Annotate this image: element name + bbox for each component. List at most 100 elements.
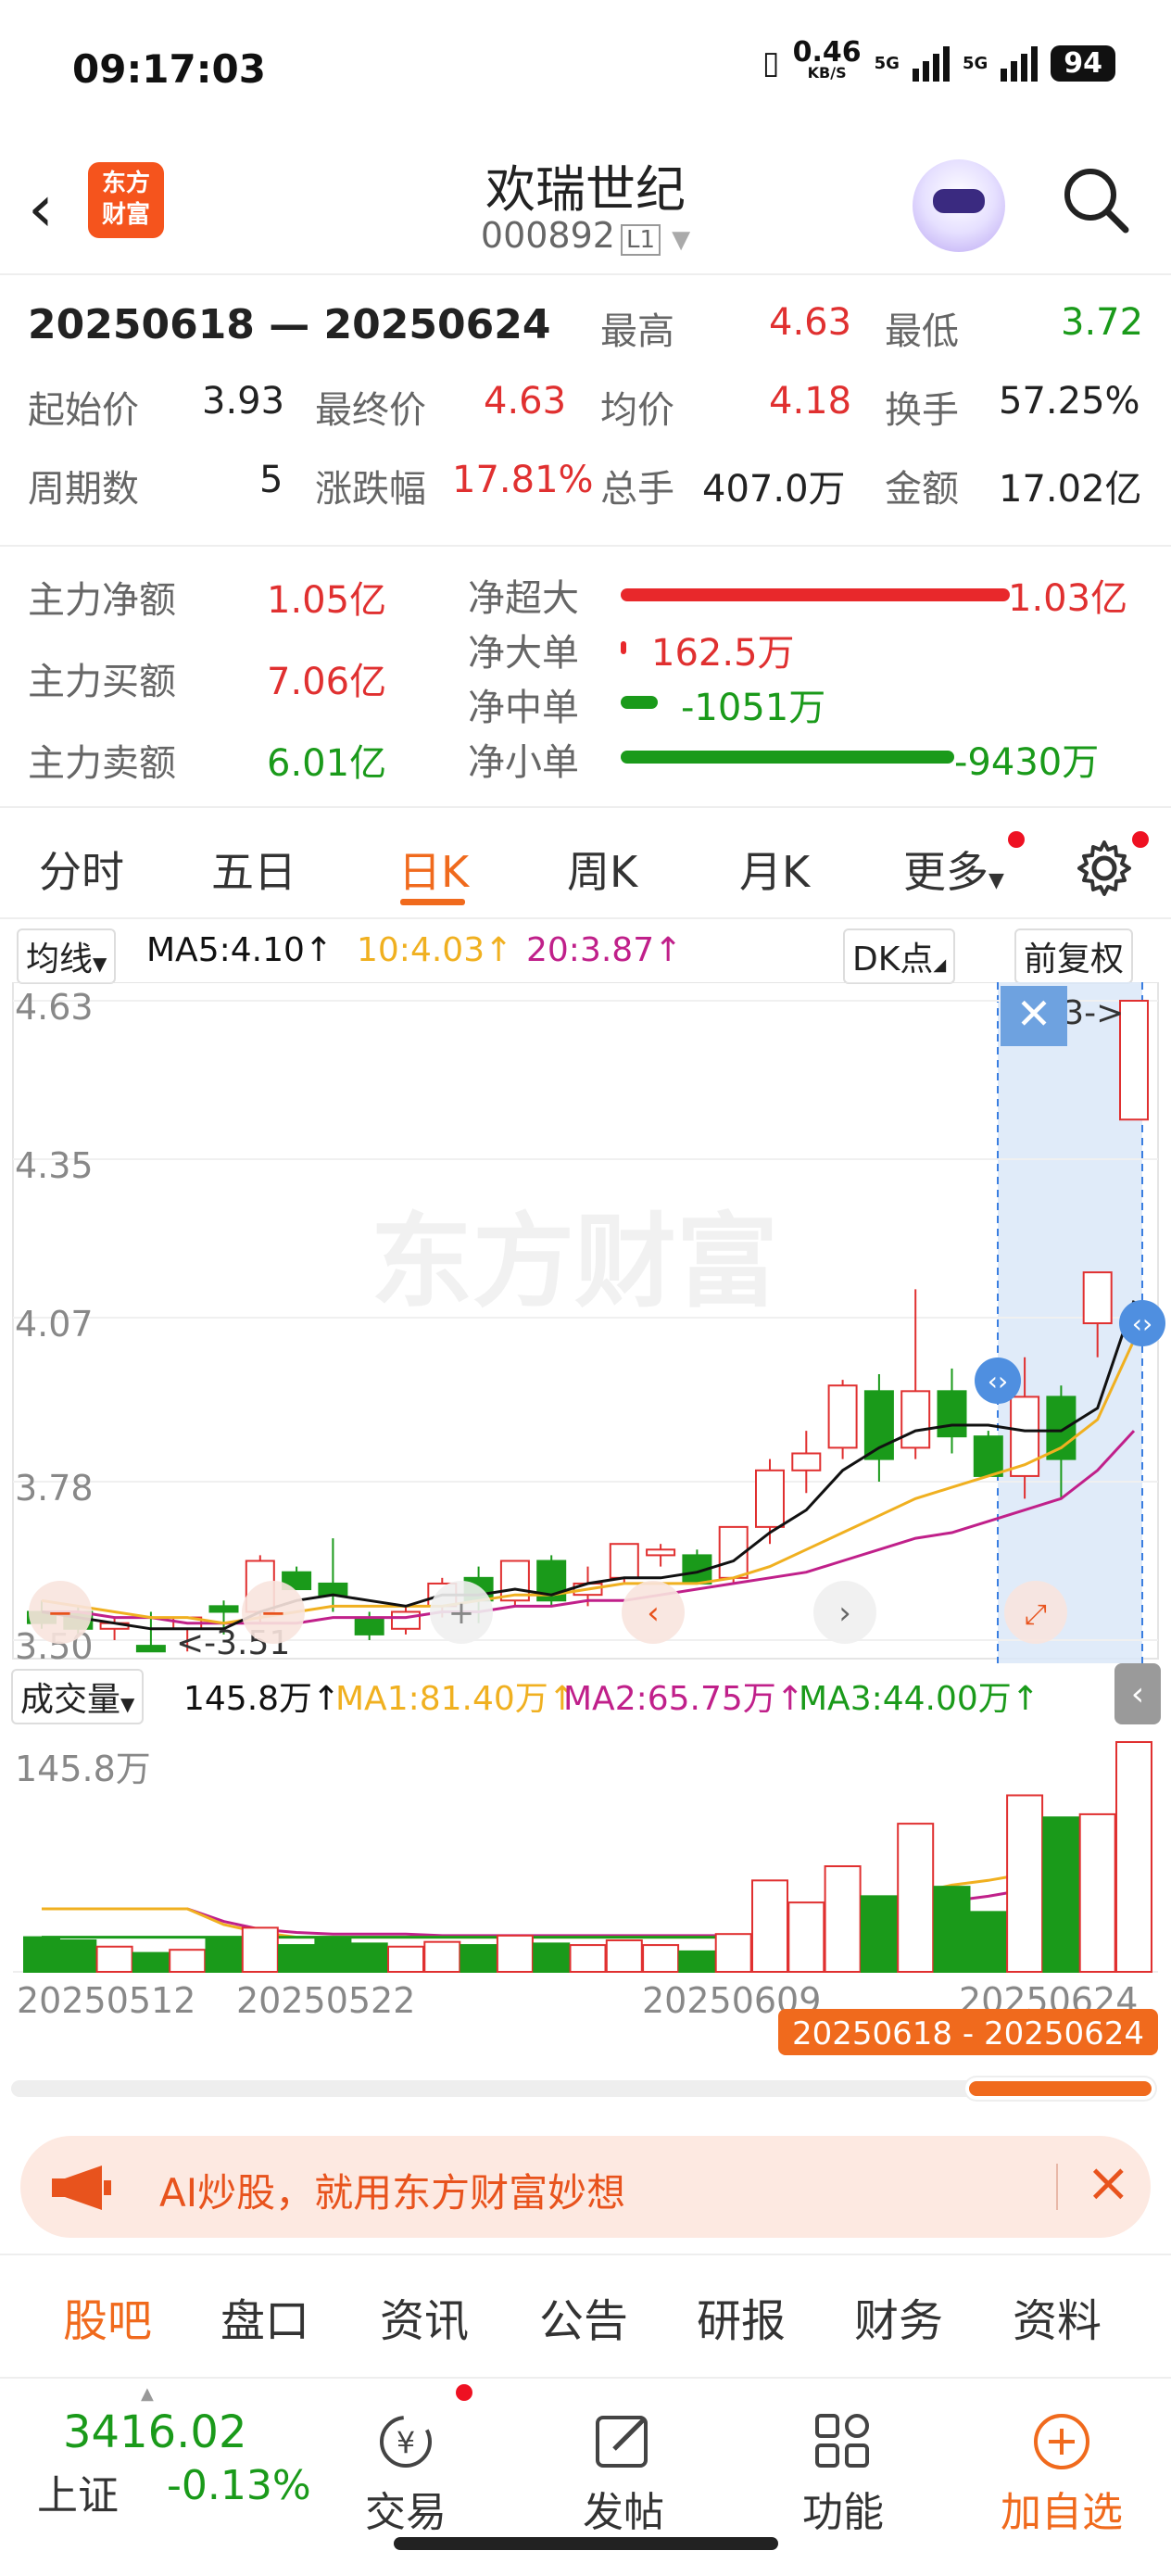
gear-icon[interactable] xyxy=(1075,839,1134,898)
candle-body xyxy=(937,1390,967,1438)
tab-order-book[interactable]: 盘口 xyxy=(220,2284,309,2349)
ma-indicator-bar: 均线▼ MA5:4.10↑ 10:4.03↑ 20:3.87↑ DK点◢ 前复权 xyxy=(0,922,1171,984)
search-icon[interactable] xyxy=(1061,165,1131,235)
volume-bar xyxy=(824,1865,862,1973)
candle-body xyxy=(755,1469,785,1528)
volume-bar xyxy=(423,1940,461,1974)
home-indicator xyxy=(394,2537,778,2550)
y-tick-label: 4.63 xyxy=(15,987,94,1028)
notification-dot xyxy=(1132,831,1149,848)
tab-five-day[interactable]: 五日 xyxy=(211,839,296,900)
notification-dot xyxy=(456,2384,472,2401)
tab-guba[interactable]: 股吧 xyxy=(63,2284,152,2349)
x-tick-label: 20250522 xyxy=(236,1980,415,2021)
kline-chart[interactable]: 东方财富 4.634.354.073.783.504.63-><-3.51145… xyxy=(0,982,1171,2076)
tab-more[interactable]: 更多▼ xyxy=(903,839,1004,900)
chevron-left-icon: ‹ xyxy=(647,1595,660,1632)
megaphone-icon xyxy=(52,2166,111,2210)
volume-bar xyxy=(169,1949,207,1973)
tab-daily-k[interactable]: 日K xyxy=(398,839,469,900)
tab-news[interactable]: 资讯 xyxy=(380,2284,469,2349)
volume-bar xyxy=(350,1942,388,1973)
net-speed: 0.46 KB/S xyxy=(792,36,862,82)
volume-bar xyxy=(678,1950,716,1974)
candle-body xyxy=(1046,1395,1077,1460)
candle-body xyxy=(1119,1000,1149,1121)
volume-bar xyxy=(787,1901,825,1974)
y-tick-label: 3.78 xyxy=(15,1468,94,1509)
ai-promo-banner[interactable]: AI炒股，就用东方财富妙想 × xyxy=(20,2136,1151,2238)
volume-bar xyxy=(1006,1794,1044,1973)
main-sell-value: 6.01亿 xyxy=(267,742,387,785)
divider xyxy=(0,545,1171,547)
signal-5g-label-2: 5G xyxy=(962,53,988,73)
volume-bar xyxy=(533,1942,571,1973)
volume-bar xyxy=(1078,1812,1116,1974)
large-value: 162.5万 xyxy=(651,632,795,675)
volume-bar xyxy=(59,1938,97,1974)
volume-bar xyxy=(751,1879,788,1973)
volume-bar xyxy=(605,1938,643,1974)
change-value: 17.81% xyxy=(452,459,594,501)
content-tabs: 股吧 盘口 资讯 公告 研报 财务 资料 xyxy=(0,2275,1171,2363)
candle-body xyxy=(900,1390,931,1449)
add-watchlist-button[interactable]: 加自选 xyxy=(988,2406,1136,2538)
candle-body xyxy=(827,1384,858,1449)
vol-ma1-label: MA1:81.40万↑ xyxy=(335,1680,576,1718)
close-value: 4.63 xyxy=(484,380,567,423)
candle-body xyxy=(609,1543,639,1579)
volume-bar xyxy=(460,1944,497,1973)
tab-profile[interactable]: 资料 xyxy=(1013,2284,1102,2349)
tab-intraday[interactable]: 分时 xyxy=(39,839,124,900)
close-icon[interactable]: × xyxy=(1086,2151,1131,2214)
minus-icon: − xyxy=(47,1595,74,1632)
signal-icon xyxy=(912,44,950,82)
range-slider-thumb[interactable] xyxy=(965,2077,1155,2100)
index-value[interactable]: 3416.02 xyxy=(63,2406,247,2458)
active-tab-indicator xyxy=(400,899,465,905)
plus-circle-icon xyxy=(1034,2414,1089,2469)
divider xyxy=(0,273,1171,275)
apps-grid-icon xyxy=(815,2414,869,2468)
vibrate-icon: ▯ xyxy=(762,44,780,82)
plus-icon: + xyxy=(448,1595,475,1632)
tab-finance[interactable]: 财务 xyxy=(854,2284,943,2349)
dropdown-arrow-icon: ▼ xyxy=(988,869,1004,892)
indicator-selector[interactable]: 均线▼ xyxy=(17,928,117,984)
vol-ma3-label: MA3:44.00万↑ xyxy=(799,1680,1039,1718)
tab-monthly-k[interactable]: 月K xyxy=(739,839,810,900)
small-bar xyxy=(621,751,954,764)
dropdown-arrow-icon: ▼ xyxy=(120,1693,135,1715)
high-value: 4.63 xyxy=(769,301,852,344)
ai-banner-text: AI炒股，就用东方财富妙想 xyxy=(159,2170,626,2216)
volume-bar xyxy=(569,1944,607,1973)
functions-button[interactable]: 功能 xyxy=(769,2406,917,2538)
edit-icon xyxy=(596,2416,648,2468)
watermark: 东方财富 xyxy=(371,1203,778,1321)
post-button[interactable]: 发帖 xyxy=(549,2406,698,2538)
volume-bar xyxy=(23,1936,60,1973)
status-indicators: ▯ 0.46 KB/S 5G 5G 94 xyxy=(762,36,1115,83)
vol-ma2-label: MA2:65.75万↑ xyxy=(563,1680,804,1718)
tab-research[interactable]: 研报 xyxy=(697,2284,786,2349)
assistant-avatar-icon[interactable] xyxy=(913,159,1005,252)
price-adjust-selector[interactable]: 前复权 xyxy=(1014,928,1134,984)
volume-bar xyxy=(95,1945,133,1974)
candle-body xyxy=(646,1548,676,1557)
dk-point-toggle[interactable]: DK点◢ xyxy=(843,928,956,984)
avg-value: 4.18 xyxy=(769,380,852,423)
index-change: -0.13% xyxy=(167,2462,311,2509)
corner-arrow-icon: ◢ xyxy=(933,955,947,975)
dropdown-arrow-icon: ▼ xyxy=(93,953,107,975)
volume-selector[interactable]: 成交量▼ xyxy=(11,1669,145,1724)
tab-announcements[interactable]: 公告 xyxy=(539,2284,628,2349)
chart-range-scrollbar[interactable] xyxy=(11,2077,1155,2100)
candle-body xyxy=(318,1582,348,1597)
tab-weekly-k[interactable]: 周K xyxy=(567,839,637,900)
trade-button[interactable]: ¥ 交易 xyxy=(332,2406,480,2538)
volume-bar xyxy=(278,1944,316,1973)
volume-bar xyxy=(241,1926,279,1973)
volume-bar xyxy=(387,1945,424,1974)
divider xyxy=(1056,2164,1058,2210)
volume-bar xyxy=(642,1944,680,1973)
